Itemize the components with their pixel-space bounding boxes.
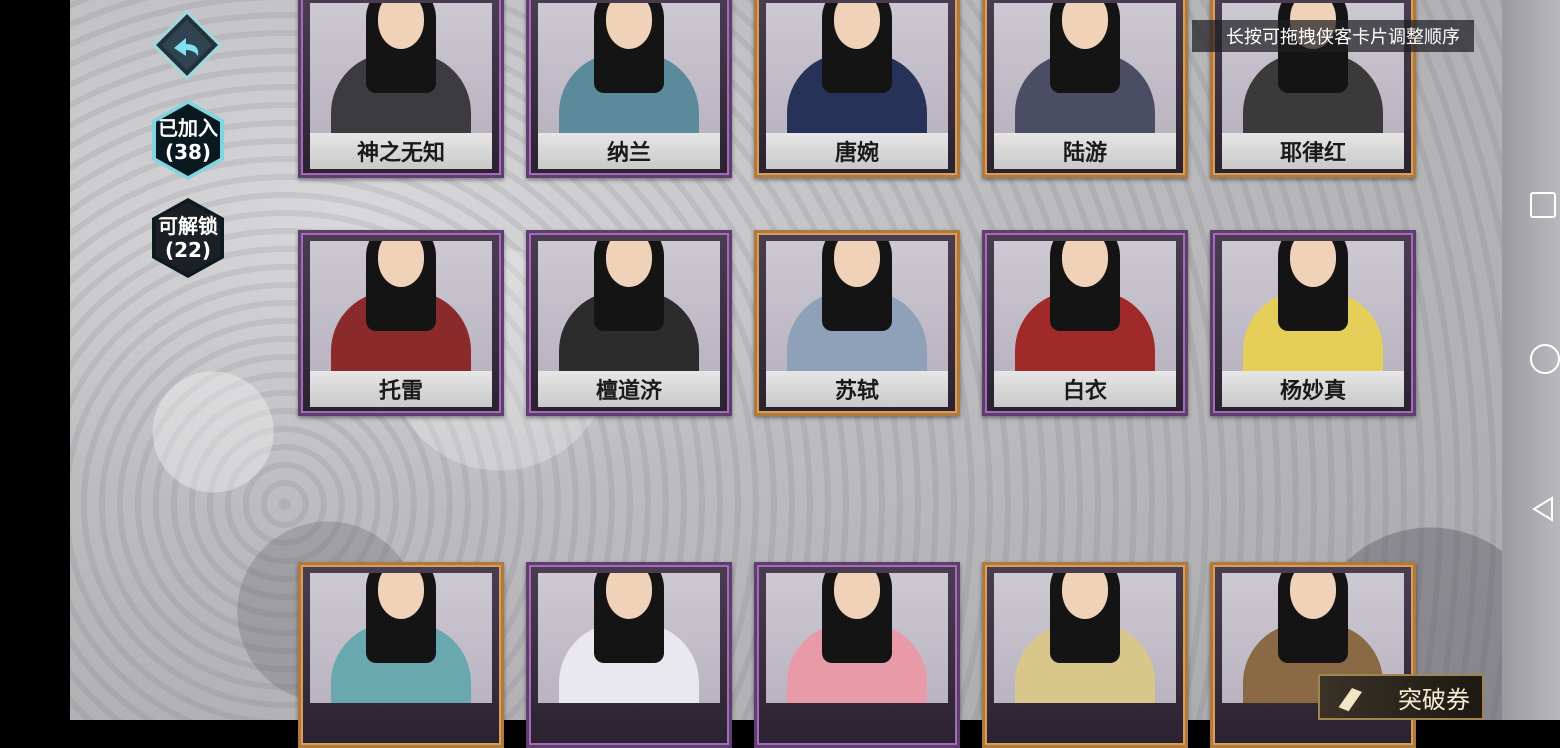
hero-portrait <box>538 573 720 703</box>
hero-figure <box>554 241 704 371</box>
hero-card[interactable]: 杨妙真 <box>1210 230 1416 416</box>
hero-portrait <box>994 3 1176 133</box>
hero-card[interactable]: 白衣 <box>982 230 1188 416</box>
hero-name: 耶律红 <box>1222 133 1404 169</box>
hero-card[interactable] <box>526 562 732 748</box>
hero-card[interactable]: 纳兰 <box>526 0 732 178</box>
hero-figure <box>326 3 476 133</box>
hero-card[interactable] <box>754 562 960 748</box>
hero-name: 纳兰 <box>538 133 720 169</box>
hero-portrait <box>310 241 492 371</box>
filter-joined-label: 已加入 <box>158 116 218 140</box>
hero-name: 唐婉 <box>766 133 948 169</box>
ticket-icon <box>1337 688 1362 713</box>
hero-portrait <box>766 573 948 703</box>
hero-portrait <box>994 573 1176 703</box>
hero-portrait <box>538 241 720 371</box>
hero-card[interactable] <box>982 562 1188 748</box>
hero-figure <box>1010 573 1160 703</box>
hero-portrait <box>994 241 1176 371</box>
hero-figure <box>782 573 932 703</box>
hero-card[interactable]: 唐婉 <box>754 0 960 178</box>
filter-unlockable-count: (22) <box>164 238 212 262</box>
recent-apps-button[interactable] <box>1530 192 1556 218</box>
hero-card[interactable]: 神之无知 <box>298 0 504 178</box>
drag-hint-banner: 长按可拖拽侠客卡片调整顺序 <box>1192 20 1474 52</box>
hero-card[interactable]: 檀道济 <box>526 230 732 416</box>
hero-figure <box>326 573 476 703</box>
hero-name: 神之无知 <box>310 133 492 169</box>
hero-portrait <box>538 3 720 133</box>
hero-figure <box>554 3 704 133</box>
hero-figure <box>554 573 704 703</box>
hero-name: 苏轼 <box>766 371 948 407</box>
return-arrow-icon[interactable] <box>152 10 222 80</box>
hero-portrait <box>766 241 948 371</box>
hero-name: 托雷 <box>310 371 492 407</box>
hero-card[interactable] <box>1210 562 1416 748</box>
hero-name: 白衣 <box>994 371 1176 407</box>
hero-card[interactable] <box>298 562 504 748</box>
hero-figure <box>782 3 932 133</box>
breakthrough-ticket-button[interactable]: 突破券 <box>1318 674 1484 720</box>
hero-figure <box>1238 241 1388 371</box>
filter-joined-count: (38) <box>164 140 212 164</box>
hero-card[interactable]: 苏轼 <box>754 230 960 416</box>
hero-portrait <box>310 3 492 133</box>
hero-portrait <box>1222 241 1404 371</box>
hero-card[interactable]: 陆游 <box>982 0 1188 178</box>
hero-portrait <box>310 573 492 703</box>
hero-name: 檀道济 <box>538 371 720 407</box>
hero-name: 杨妙真 <box>1222 371 1404 407</box>
hero-portrait <box>766 3 948 133</box>
ticket-label: 突破券 <box>1398 685 1470 714</box>
hero-name: 陆游 <box>994 133 1176 169</box>
hero-figure <box>1010 3 1160 133</box>
hero-figure <box>1010 241 1160 371</box>
hero-figure <box>782 241 932 371</box>
home-button[interactable] <box>1530 344 1560 374</box>
hero-figure <box>326 241 476 371</box>
hero-card[interactable]: 托雷 <box>298 230 504 416</box>
back-triangle-button[interactable] <box>1530 496 1556 522</box>
filter-unlockable-label: 可解锁 <box>158 214 218 238</box>
